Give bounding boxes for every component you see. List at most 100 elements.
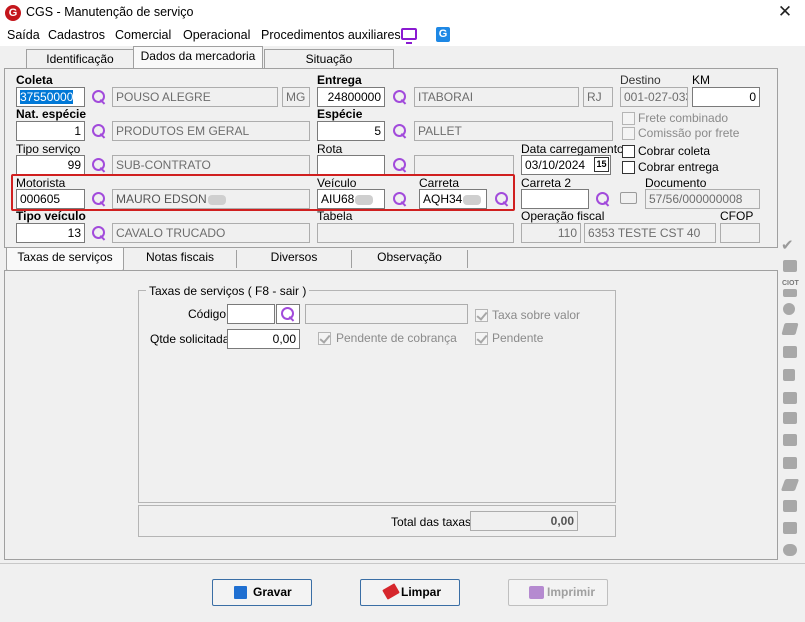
destino-label: Destino (620, 73, 661, 87)
coleta-label: Coleta (16, 73, 53, 87)
codigo-desc-field (305, 304, 468, 324)
coleta-code-value: 37550000 (20, 90, 74, 104)
qtde-label: Qtde solicitada (150, 332, 230, 346)
menu-procedimentos-auxiliares[interactable]: Procedimentos auxiliares (261, 28, 401, 42)
box-icon[interactable] (783, 346, 797, 358)
book-icon[interactable] (783, 500, 797, 512)
document-icon[interactable] (783, 260, 797, 272)
coleta-uf-field: MG (282, 87, 310, 107)
especie-search-icon[interactable] (391, 122, 409, 140)
rota-label: Rota (317, 142, 343, 156)
rota-search-icon[interactable] (391, 156, 409, 174)
carreta2-input[interactable] (521, 189, 589, 209)
codigo-input[interactable] (227, 304, 275, 324)
settings-icon[interactable] (783, 544, 797, 556)
circle-icon[interactable] (783, 303, 795, 315)
pendente-checkbox[interactable] (475, 332, 488, 345)
copy-icon[interactable] (783, 369, 795, 381)
carreta2-search-icon[interactable] (594, 190, 612, 208)
eraser-icon[interactable] (780, 479, 800, 491)
tag-icon[interactable] (781, 323, 799, 335)
imprimir-button[interactable]: Imprimir (508, 579, 608, 606)
subtab-taxas-servicos[interactable]: Taxas de serviços (6, 248, 124, 271)
subtab-observacao[interactable]: Observação (352, 250, 468, 268)
tipo-veiculo-code-input[interactable]: 13 (16, 223, 85, 243)
destino-field: 001-027-033 (620, 87, 688, 107)
tipo-veiculo-desc-field: CAVALO TRUCADO (112, 223, 310, 243)
coleta-city-field: POUSO ALEGRE (112, 87, 278, 107)
calendar-icon[interactable]: 15 (594, 157, 609, 172)
truck-side-icon[interactable] (783, 392, 797, 404)
limpar-button[interactable]: Limpar (360, 579, 460, 606)
operacao-fiscal-desc-field: 6353 TESTE CST 40 (584, 223, 716, 243)
rota-code-input[interactable] (317, 155, 385, 175)
imprimir-label: Imprimir (547, 585, 596, 599)
taxa-sobre-valor-label: Taxa sobre valor (492, 308, 581, 322)
tipo-servico-desc-field: SUB-CONTRATO (112, 155, 310, 175)
operacao-fiscal-label: Operação fiscal (521, 209, 605, 223)
km-label: KM (692, 73, 710, 87)
especie-code-input[interactable]: 5 (317, 121, 385, 141)
coleta-code-input[interactable]: 37550000 (16, 87, 85, 107)
menu-cadastros[interactable]: Cadastros (48, 28, 105, 42)
nat-especie-label: Nat. espécie (16, 107, 87, 121)
pendente-cobranca-checkbox[interactable] (318, 332, 331, 345)
documento-label: Documento (645, 176, 707, 190)
comissao-por-frete-checkbox[interactable] (622, 127, 635, 140)
cobrar-entrega-checkbox[interactable] (622, 161, 635, 174)
tipo-servico-label: Tipo serviço (16, 142, 81, 156)
card-icon[interactable] (783, 289, 797, 297)
monitor-icon[interactable] (401, 28, 417, 44)
limpar-label: Limpar (401, 585, 442, 599)
gravar-button[interactable]: Gravar (212, 579, 312, 606)
cobrar-coleta-checkbox[interactable] (622, 145, 635, 158)
g-app-icon[interactable]: G (436, 27, 450, 42)
tab-dados-mercadoria[interactable]: Dados da mercadoria (133, 46, 263, 69)
entrega-search-icon[interactable] (391, 88, 409, 106)
check-icon[interactable]: ✔ (781, 236, 794, 254)
pendente-label: Pendente (492, 331, 544, 345)
delivery-icon[interactable] (783, 412, 797, 424)
entrega-label: Entrega (317, 73, 362, 87)
subtab-diversos[interactable]: Diversos (237, 250, 352, 268)
close-icon[interactable]: ✕ (770, 1, 800, 23)
nat-especie-code-input[interactable]: 1 (16, 121, 85, 141)
taxa-sobre-valor-checkbox[interactable] (475, 309, 488, 322)
grid-icon[interactable] (783, 457, 797, 469)
codigo-search-icon (279, 305, 297, 323)
menu-saida[interactable]: Saída (7, 28, 40, 42)
rota-desc-field (414, 155, 514, 175)
coleta-search-icon[interactable] (90, 88, 108, 106)
tipo-veiculo-search-icon[interactable] (90, 224, 108, 242)
gravar-label: Gravar (253, 585, 292, 599)
frete-combinado-checkbox[interactable] (622, 112, 635, 125)
entrega-city-field: ITABORAI (414, 87, 579, 107)
data-carregamento-value: 03/10/2024 (525, 158, 586, 172)
ciot-icon[interactable]: CIOT (782, 280, 799, 287)
tipo-servico-search-icon[interactable] (90, 156, 108, 174)
truck-icon[interactable] (620, 192, 637, 204)
gear-icon[interactable] (783, 522, 797, 534)
frete-combinado-label: Frete combinado (638, 111, 729, 125)
total-taxas-field: 0,00 (470, 511, 578, 531)
codigo-search-button[interactable] (276, 304, 300, 324)
tipo-servico-code-input[interactable]: 99 (16, 155, 85, 175)
subtab-notas-fiscais[interactable]: Notas fiscais (124, 250, 237, 268)
data-carregamento-label: Data carregamento (521, 142, 624, 156)
cobrar-entrega-label: Cobrar entrega (638, 160, 719, 174)
taxas-group-title: Taxas de serviços ( F8 - sair ) (146, 284, 310, 298)
nat-especie-desc-field: PRODUTOS EM GERAL (112, 121, 310, 141)
nat-especie-search-icon[interactable] (90, 122, 108, 140)
tab-identificacao[interactable]: Identificação (26, 49, 134, 69)
cfop-label: CFOP (720, 209, 754, 223)
entrega-code-input[interactable]: 24800000 (317, 87, 385, 107)
hand-icon[interactable] (783, 434, 797, 446)
carreta2-label: Carreta 2 (521, 176, 572, 190)
total-taxas-label: Total das taxas (391, 515, 472, 529)
tab-situacao[interactable]: Situação (264, 49, 394, 69)
qtde-input[interactable]: 0,00 (227, 329, 300, 349)
menu-comercial[interactable]: Comercial (115, 28, 171, 42)
km-input[interactable]: 0 (692, 87, 760, 107)
menu-operacional[interactable]: Operacional (183, 28, 250, 42)
operacao-fiscal-code-field: 110 (521, 223, 581, 243)
